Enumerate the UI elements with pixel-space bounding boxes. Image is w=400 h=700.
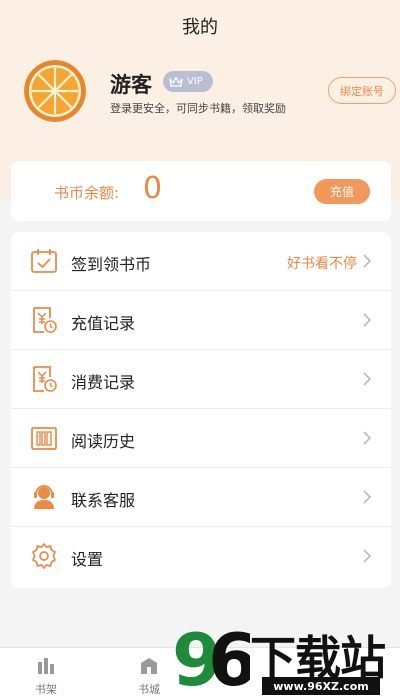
svg-text:6: 6 xyxy=(208,618,250,697)
tab-bookshelf[interactable]: 书架 xyxy=(16,648,76,700)
watermark: 9 6 下载站 www.96XZ.com xyxy=(170,615,400,700)
avatar[interactable] xyxy=(24,60,86,122)
calendar-check-icon xyxy=(31,249,57,273)
bookshelf-icon xyxy=(38,658,54,674)
balance-label: 书币余额: xyxy=(54,184,120,202)
menu-label-recharge-record: 充值记录 xyxy=(71,314,136,333)
checkin-promo-text: 好书看不停 xyxy=(287,256,357,272)
crown-icon xyxy=(169,76,183,87)
consume-record-icon xyxy=(33,366,57,392)
chevron-right-icon xyxy=(363,431,372,445)
chevron-right-icon xyxy=(363,490,372,504)
recharge-record-icon xyxy=(33,307,57,333)
menu-label-checkin: 签到领书币 xyxy=(71,255,152,274)
profile-subtitle: 登录更安全，可同步书籍，领取奖励 xyxy=(110,102,286,115)
vip-label: VIP xyxy=(187,76,203,87)
menu-label-settings: 设置 xyxy=(71,550,104,569)
menu-item-consume-record[interactable]: 消费记录 xyxy=(11,350,391,409)
book-history-icon xyxy=(31,427,57,450)
menu-item-checkin[interactable]: 签到领书币 好书看不停 xyxy=(11,232,391,291)
menu-label-reading-history: 阅读历史 xyxy=(71,432,136,451)
bookstore-icon xyxy=(141,658,157,674)
balance-value: 0 xyxy=(143,171,163,206)
chevron-right-icon xyxy=(363,254,372,268)
customer-service-icon xyxy=(34,485,54,509)
watermark-url: www.96XZ.com xyxy=(262,677,380,695)
chevron-right-icon xyxy=(363,313,372,327)
chevron-right-icon xyxy=(363,549,372,563)
menu-item-reading-history[interactable]: 阅读历史 xyxy=(11,409,391,468)
tab-label-bookshelf: 书架 xyxy=(35,683,57,696)
menu-label-consume-record: 消费记录 xyxy=(71,373,136,392)
gear-icon xyxy=(32,543,56,569)
username: 游客 xyxy=(110,73,152,97)
page-title: 我的 xyxy=(182,17,218,38)
watermark-logo: 9 6 xyxy=(172,618,250,697)
vip-badge: VIP xyxy=(163,71,213,92)
balance-card: 书币余额: 0 充值 xyxy=(11,161,391,221)
menu-item-recharge-record[interactable]: 充值记录 xyxy=(11,291,391,350)
bind-account-button[interactable]: 绑定账号 xyxy=(328,77,396,104)
chevron-right-icon xyxy=(363,372,372,386)
recharge-button[interactable]: 充值 xyxy=(314,179,370,204)
menu-item-customer-service[interactable]: 联系客服 xyxy=(11,468,391,527)
menu-list: 签到领书币 好书看不停 充值记录 消费记录 阅读历史 联系客服 设置 xyxy=(11,232,391,588)
menu-item-settings[interactable]: 设置 xyxy=(11,527,391,586)
menu-label-customer-service: 联系客服 xyxy=(71,491,136,510)
